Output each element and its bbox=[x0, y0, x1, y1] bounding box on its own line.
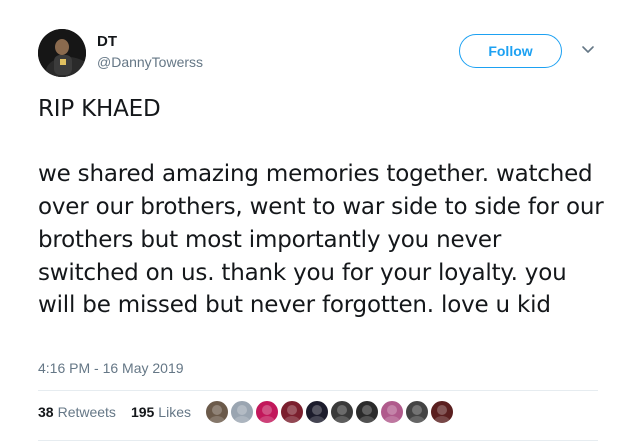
liker-avatar-6[interactable] bbox=[330, 400, 354, 424]
likes-stat[interactable]: 195 Likes bbox=[131, 404, 191, 420]
avatar-icon bbox=[284, 405, 300, 423]
tweet-timestamp[interactable]: 4:16 PM - 16 May 2019 bbox=[38, 360, 184, 376]
liker-avatar-1[interactable] bbox=[205, 400, 229, 424]
profile-photo-icon bbox=[38, 29, 86, 77]
follow-button[interactable]: Follow bbox=[459, 34, 562, 68]
liker-avatar-2[interactable] bbox=[230, 400, 254, 424]
liker-avatar-10[interactable] bbox=[430, 400, 454, 424]
liker-avatar-8[interactable] bbox=[380, 400, 404, 424]
avatar-icon bbox=[384, 405, 400, 423]
display-name[interactable]: DT bbox=[97, 33, 117, 50]
divider bbox=[38, 390, 598, 391]
avatar-icon bbox=[334, 405, 350, 423]
retweets-label: Retweets bbox=[57, 404, 116, 420]
likes-label: Likes bbox=[158, 404, 191, 420]
avatar-icon bbox=[209, 405, 225, 423]
avatar-icon bbox=[434, 405, 450, 423]
user-avatar[interactable] bbox=[38, 29, 86, 77]
liker-avatar-7[interactable] bbox=[355, 400, 379, 424]
avatar-icon bbox=[309, 405, 325, 423]
liker-avatar-4[interactable] bbox=[280, 400, 304, 424]
user-handle[interactable]: @DannyTowerss bbox=[97, 54, 203, 70]
liker-avatar-9[interactable] bbox=[405, 400, 429, 424]
avatar-icon bbox=[359, 405, 375, 423]
liker-avatar-5[interactable] bbox=[305, 400, 329, 424]
retweets-count: 38 bbox=[38, 404, 54, 420]
avatar-icon bbox=[409, 405, 425, 423]
engagement-stats: 38 Retweets 195 Likes bbox=[38, 404, 191, 420]
chevron-down-icon[interactable] bbox=[581, 45, 595, 55]
avatar-icon bbox=[234, 405, 250, 423]
avatar-icon bbox=[259, 405, 275, 423]
liker-avatars bbox=[205, 400, 455, 424]
tweet-card: DT @DannyTowerss Follow RIP KHAED we sha… bbox=[0, 0, 636, 441]
likes-count: 195 bbox=[130, 404, 155, 420]
retweets-stat[interactable]: 38 Retweets bbox=[38, 404, 116, 420]
liker-avatar-3[interactable] bbox=[255, 400, 279, 424]
tweet-text: RIP KHAED we shared amazing memories tog… bbox=[38, 96, 604, 319]
